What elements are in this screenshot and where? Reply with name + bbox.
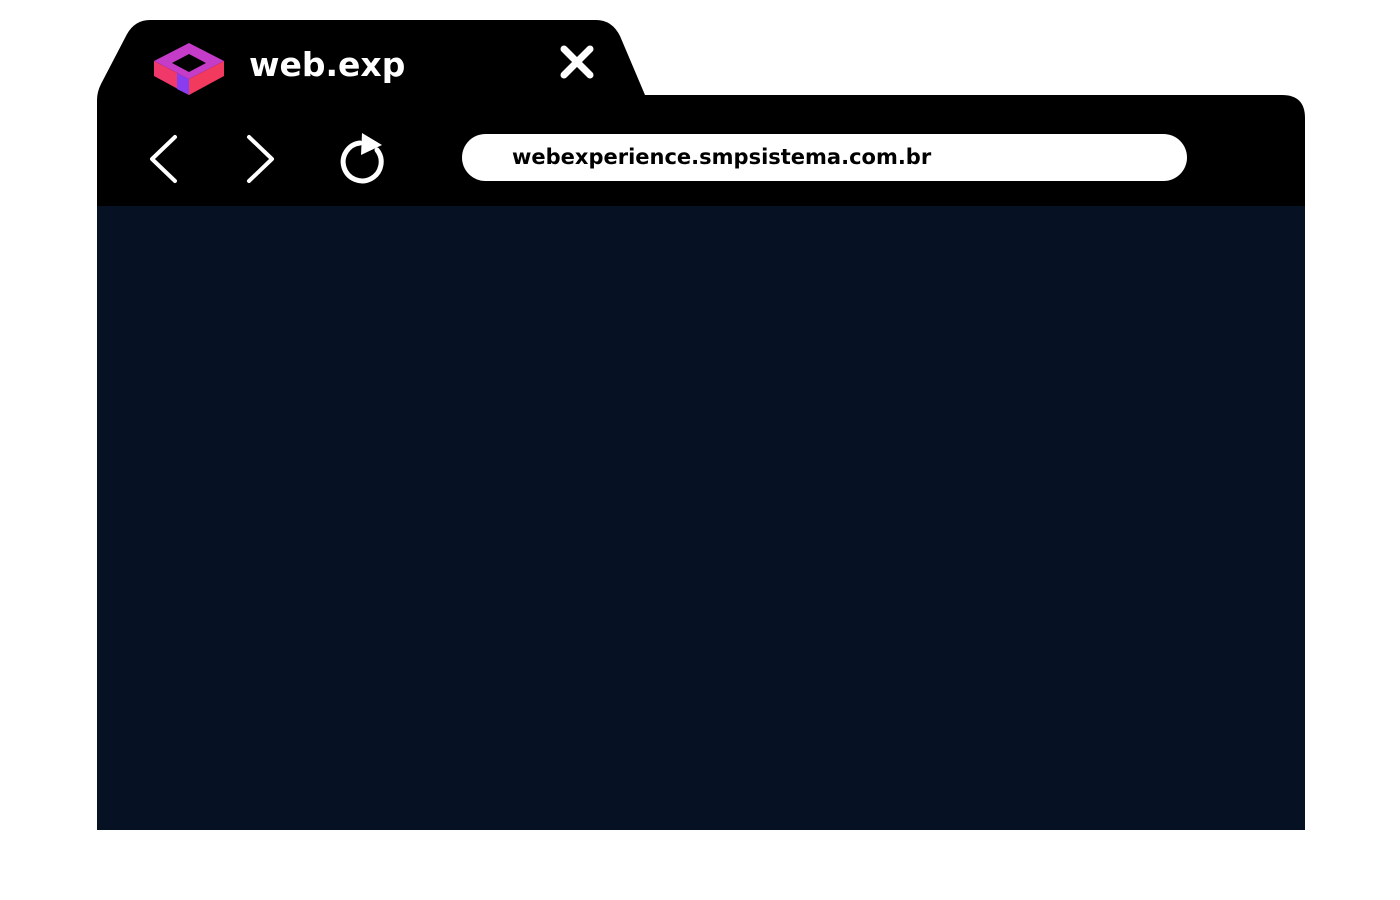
page-viewport (97, 206, 1305, 830)
chevron-right-icon (247, 135, 274, 183)
back-button[interactable] (140, 130, 190, 186)
address-url: webexperience.smpsistema.com.br (512, 145, 932, 169)
forward-button[interactable] (236, 130, 286, 186)
reload-icon (340, 133, 384, 184)
chevron-left-icon (150, 135, 177, 183)
cube-logo-icon (152, 40, 226, 96)
address-bar[interactable]: webexperience.smpsistema.com.br (462, 134, 1187, 181)
tab-title[interactable]: web.exp (249, 44, 405, 86)
reload-button[interactable] (336, 128, 392, 186)
close-icon[interactable] (556, 41, 598, 83)
